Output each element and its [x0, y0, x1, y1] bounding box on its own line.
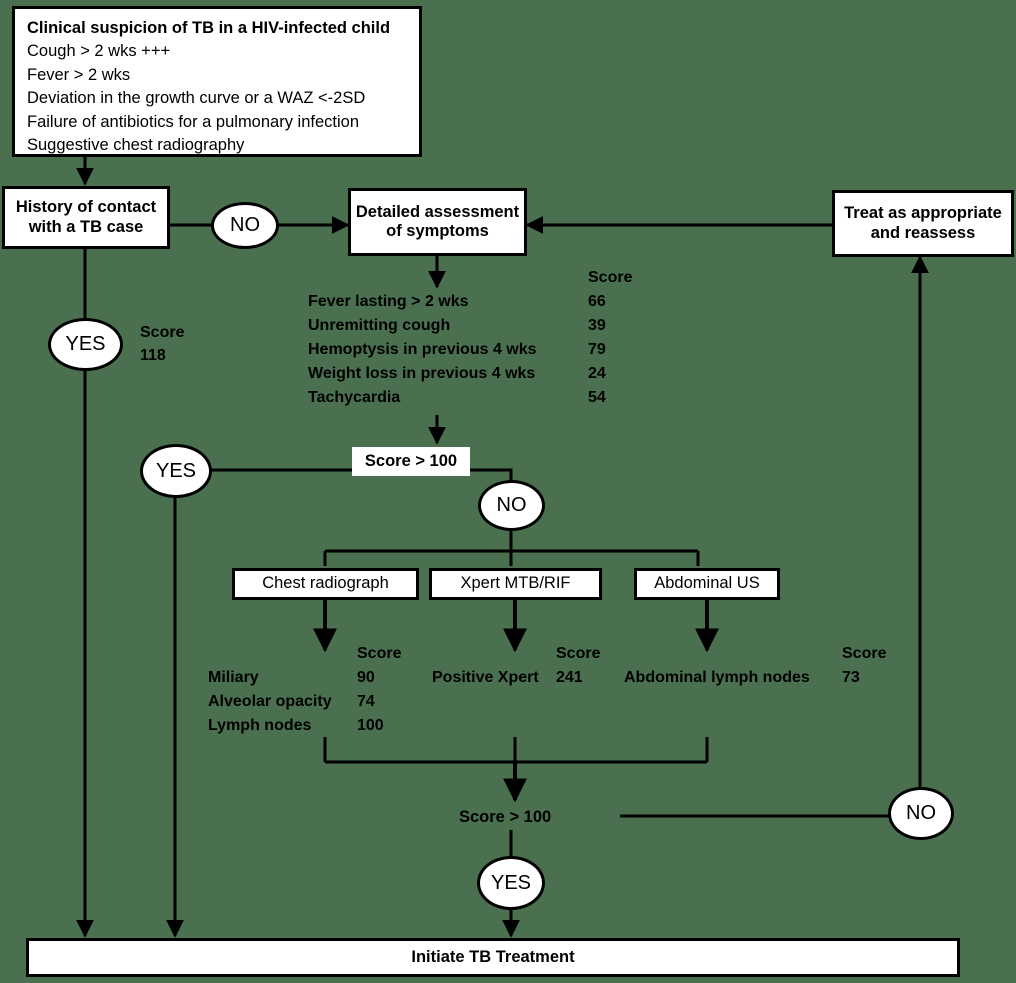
symptom-label-4: Weight loss in previous 4 wks	[308, 365, 536, 382]
symptom-label-2: Unremitting cough	[308, 317, 451, 334]
cxr-finding-3: Lymph nodes	[208, 717, 312, 734]
xpert-finding-1: Positive Xpert	[432, 669, 539, 686]
decision-yes-score-1[interactable]: YES	[140, 444, 212, 498]
node-abdominal-us[interactable]: Abdominal US	[634, 568, 780, 600]
decision-yes-score-2[interactable]: YES	[477, 856, 545, 910]
symptom-score-header: Score	[588, 269, 633, 286]
decision-no-contact[interactable]: NO	[211, 202, 279, 249]
gate-score-over-100-upper[interactable]: Score > 100	[352, 447, 470, 476]
contact-score-label: Score	[140, 324, 185, 341]
xpert-score-1: 241	[556, 669, 583, 686]
cxr-finding-2: Alveolar opacity	[208, 693, 332, 710]
gate-score-over-100-lower[interactable]: Score > 100	[459, 808, 551, 827]
decision-yes-contact[interactable]: YES	[48, 318, 123, 371]
clinical-suspicion-heading: Clinical suspicion of TB in a HIV-infect…	[27, 19, 391, 37]
node-initiate-tb-treatment[interactable]: Initiate TB Treatment	[26, 938, 960, 977]
criterion-5: Suggestive chest radiography	[27, 136, 245, 155]
criterion-3: Deviation in the growth curve or a WAZ <…	[27, 89, 366, 108]
xpert-score-header: Score	[556, 645, 601, 662]
node-detailed-assessment[interactable]: Detailed assessment of symptoms	[348, 188, 527, 256]
symptom-score-1: 66	[588, 293, 606, 310]
node-xpert-mtb-rif[interactable]: Xpert MTB/RIF	[429, 568, 602, 600]
symptom-label-5: Tachycardia	[308, 389, 401, 406]
decision-no-score-2[interactable]: NO	[888, 787, 954, 840]
clinical-suspicion-box: Clinical suspicion of TB in a HIV-infect…	[12, 6, 422, 157]
contact-score-value: 118	[140, 347, 166, 364]
node-chest-radiograph[interactable]: Chest radiograph	[232, 568, 419, 600]
flowchart-canvas: Clinical suspicion of TB in a HIV-infect…	[0, 0, 1016, 983]
criterion-1: Cough > 2 wks +++	[27, 42, 171, 61]
cxr-score-3: 100	[357, 717, 384, 734]
decision-no-score-1[interactable]: NO	[478, 480, 545, 531]
criterion-2: Fever > 2 wks	[27, 65, 131, 84]
node-treat-and-reassess[interactable]: Treat as appropriate and reassess	[832, 190, 1014, 257]
symptom-score-5: 54	[588, 389, 606, 406]
symptom-label-3: Hemoptysis in previous 4 wks	[308, 341, 537, 358]
abdominal-finding-1: Abdominal lymph nodes	[624, 669, 810, 686]
abdominal-score-header: Score	[842, 645, 887, 662]
symptom-label-1: Fever lasting > 2 wks	[308, 293, 469, 310]
symptom-score-2: 39	[588, 317, 606, 334]
cxr-finding-1: Miliary	[208, 669, 259, 686]
symptom-score-3: 79	[588, 341, 606, 358]
abdominal-score-1: 73	[842, 669, 860, 686]
node-history-of-contact[interactable]: History of contact with a TB case	[2, 186, 170, 249]
criterion-4: Failure of antibiotics for a pulmonary i…	[27, 112, 359, 131]
symptom-score-4: 24	[588, 365, 606, 382]
cxr-score-2: 74	[357, 693, 375, 710]
cxr-score-header: Score	[357, 645, 402, 662]
cxr-score-1: 90	[357, 669, 375, 686]
